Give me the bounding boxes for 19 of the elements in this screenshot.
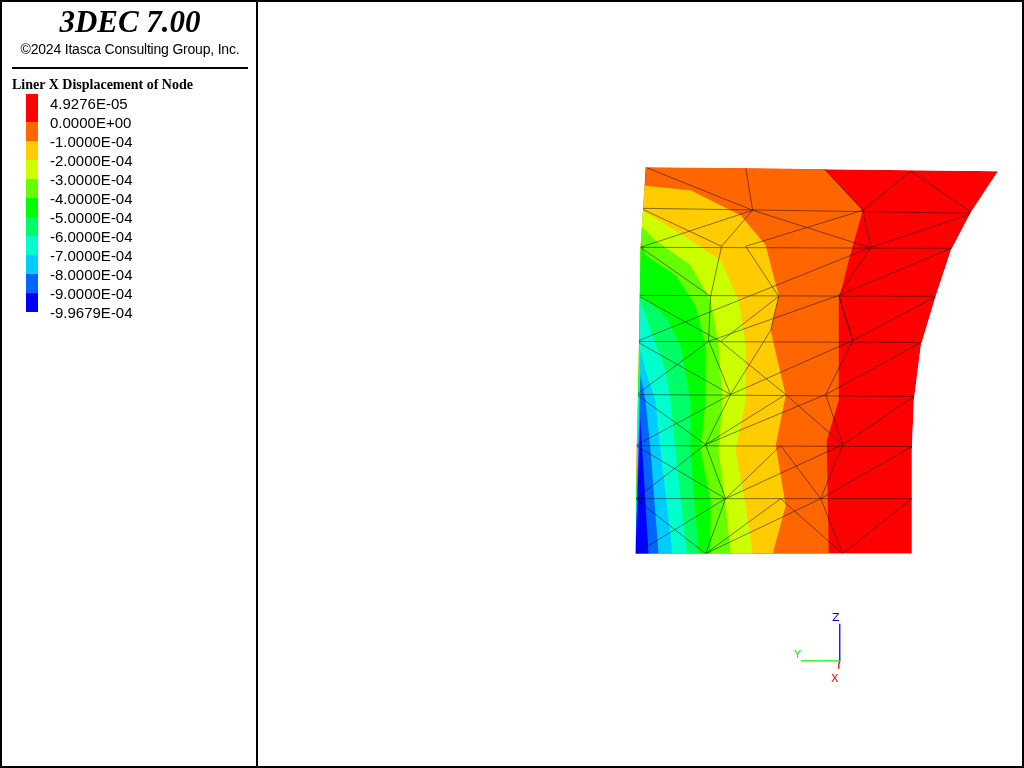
axis-label: X [831,671,839,685]
app-title: 3DEC 7.00 [58,4,202,40]
legend-value: -9.0000E-04 [50,284,133,303]
axis-label: Z [832,610,840,624]
legend-value: -1.0000E-04 [50,132,133,151]
legend-value: -6.0000E-04 [50,227,133,246]
legend-value: -7.0000E-04 [50,246,133,265]
legend-value: 4.9276E-05 [50,94,129,113]
axis-label: Y [794,647,802,661]
legend-value: -4.0000E-04 [50,189,133,208]
axis-triad-drawing [800,623,841,670]
legend-value: -5.0000E-04 [50,208,133,227]
copyright-text: ©2024 Itasca Consulting Group, Inc. [19,40,241,58]
legend-value: -8.0000E-04 [50,265,133,284]
legend-value: -3.0000E-04 [50,170,133,189]
legend-value: -9.9679E-04 [50,303,133,322]
legend-title: Liner X Displacement of Node [12,77,194,93]
legend-value: 0.0000E+00 [50,113,133,132]
legend-value: -2.0000E-04 [50,151,133,170]
